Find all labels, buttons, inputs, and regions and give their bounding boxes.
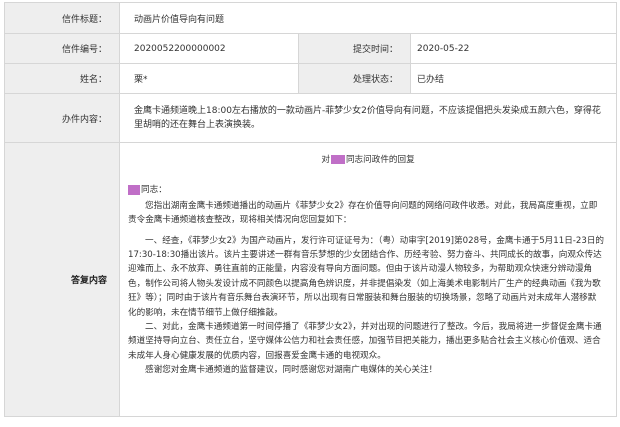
status-label: 处理状态： <box>298 63 411 94</box>
submit-time-label: 提交时间： <box>298 33 411 64</box>
name-label: 姓名： <box>4 63 120 94</box>
letter-number-value: 2020052200000002 <box>119 33 299 64</box>
salutation-text: 同志： <box>141 185 167 196</box>
request-row: 办件内容： 金鹰卡通频道晚上18:00左右播放的一款动画片-菲梦少女2价值导向有… <box>4 93 618 143</box>
reply-paragraph-findings: 一、经查，《菲梦少女2》为国产动画片，发行许可证证号为：（粤）动审字[2019]… <box>128 235 605 318</box>
reply-paragraph-intro: 您指出湖南金鹰卡通频道播出的动画片《菲梦少女2》存在价值导向问题的网络问政件收悉… <box>128 200 598 226</box>
reply-letter: 对同志问政件的回复 同志： 您指出湖南金鹰卡通频道播出的动画片《菲梦少女2》存在… <box>120 143 616 416</box>
subject-row: 信件标题： 动画片价值导向有问题 <box>4 2 618 34</box>
reply-paragraph-thanks: 感谢您对金鹰卡通频道的监督建议，同时感谢您对湖南广电媒体的关心关注！ <box>145 365 438 376</box>
subject-value: 动画片价值导向有问题 <box>118 2 618 34</box>
reply-row: 答复内容 对同志问政件的回复 同志： 您指出湖南金鹰卡通频道播出的动画片《菲梦少… <box>4 142 618 417</box>
name-value: 栗* <box>119 63 299 94</box>
redacted-name-block <box>330 155 345 164</box>
reply-title: 对同志问政件的回复 <box>321 155 415 165</box>
letter-detail-table: 信件标题： 动画片价值导向有问题 信件编号： 2020052200000002 … <box>4 2 618 417</box>
submit-time-value: 2020-05-22 <box>409 33 618 64</box>
reply-paragraph-actions: 二、对此，金鹰卡通频道第一时间停播了《菲梦少女2》，并对出现的问题进行了整改。今… <box>128 322 602 361</box>
status-value: 已办结 <box>409 63 618 94</box>
letter-detail-page: 信件标题： 动画片价值导向有问题 信件编号： 2020052200000002 … <box>0 0 620 427</box>
request-content: 金鹰卡通频道晚上18:00左右播放的一款动画片-菲梦少女2价值导向有问题，不应该… <box>118 93 618 143</box>
number-row: 信件编号： 2020052200000002 提交时间： 2020-05-22 <box>4 33 618 64</box>
reply-label: 答复内容 <box>4 142 120 417</box>
reply-title-text: 同志问政件的回复 <box>345 155 415 165</box>
reply-content-cell: 对同志问政件的回复 同志： 您指出湖南金鹰卡通频道播出的动画片《菲梦少女2》存在… <box>118 142 618 417</box>
redacted-name-block <box>128 184 140 195</box>
reply-salutation: 同志： <box>120 183 616 197</box>
letter-number-label: 信件编号： <box>4 33 120 64</box>
subject-label: 信件标题： <box>4 2 120 34</box>
request-label: 办件内容： <box>4 93 120 143</box>
name-row: 姓名： 栗* 处理状态： 已办结 <box>4 63 618 94</box>
